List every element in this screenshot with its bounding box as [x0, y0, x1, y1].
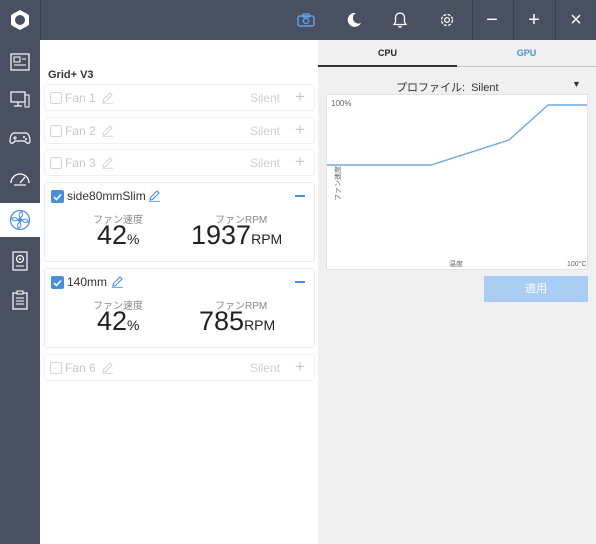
pencil-icon[interactable]: [101, 361, 114, 379]
tab-bar: CPU GPU: [318, 40, 596, 67]
divider: [40, 0, 41, 40]
fan-checkbox[interactable]: [50, 125, 62, 137]
profile-select[interactable]: プロファイル: Silent: [396, 79, 499, 95]
title-bar: − + ×: [0, 0, 596, 40]
speaker-icon[interactable]: [0, 244, 40, 278]
close-button[interactable]: ×: [556, 0, 596, 40]
pencil-icon[interactable]: [148, 189, 161, 207]
fan-card: side80mmSlim ファン速度 42% ファンRPM 1937RPM: [44, 182, 315, 262]
pencil-icon[interactable]: [101, 91, 114, 109]
fan-name: side80mmSlim: [67, 189, 146, 203]
camera-icon[interactable]: [286, 0, 326, 40]
profile-label: プロファイル:: [396, 82, 466, 94]
fan-curve-chart[interactable]: 100% 100°C 温度 ファン速度: [326, 94, 588, 270]
fan-profile: Silent: [249, 124, 280, 138]
minimize-button[interactable]: −: [472, 0, 512, 40]
fan-rpm-value: 785RPM: [199, 306, 276, 336]
add-fan-button[interactable]: +: [295, 120, 305, 140]
fan-checkbox[interactable]: [50, 362, 62, 374]
x-axis-label: 温度: [449, 259, 463, 268]
fan-name: Fan 6: [65, 361, 96, 375]
fan-profile: Silent: [249, 91, 280, 105]
y-axis-label: ファン速度: [333, 166, 342, 201]
pencil-icon[interactable]: [101, 156, 114, 174]
fan-checkbox[interactable]: [50, 157, 62, 169]
moon-icon[interactable]: [334, 0, 374, 40]
fan-checkbox-checked[interactable]: [51, 190, 64, 203]
speedometer-icon[interactable]: [0, 161, 40, 195]
add-fan-button[interactable]: +: [295, 152, 305, 172]
profile-value: Silent: [471, 82, 499, 94]
fan-speed-value: 42%: [97, 220, 140, 250]
bell-icon[interactable]: [380, 0, 420, 40]
fan-checkbox-checked[interactable]: [51, 276, 64, 289]
fan-row: Fan 6 Silent +: [44, 354, 315, 381]
fan-curve-svg: 100% 100°C 温度 ファン速度: [327, 99, 587, 268]
dropdown-arrow-icon[interactable]: ▼: [572, 79, 581, 89]
pencil-icon[interactable]: [111, 275, 124, 293]
fan-name: 140mm: [67, 275, 108, 289]
monitor-icon[interactable]: [0, 83, 40, 117]
fan-name: Fan 1: [65, 91, 96, 105]
collapse-fan-button[interactable]: [295, 195, 305, 197]
add-fan-button[interactable]: +: [295, 87, 305, 107]
add-fan-button[interactable]: +: [295, 357, 305, 377]
apply-button[interactable]: 適用: [484, 276, 588, 302]
fan-list-panel: Grid+ V3 Fan 1 Silent + Fan 2 Silent + F…: [40, 40, 318, 544]
fan-profile: Silent: [249, 361, 280, 375]
nav-rail: [0, 40, 40, 544]
fan-curve-panel: CPU GPU プロファイル: Silent ▼ 100% 100°C 温度 ファン速度…: [318, 40, 596, 544]
fan-row: Fan 2 Silent +: [44, 117, 315, 144]
fan-row: Fan 3 Silent +: [44, 149, 315, 176]
fan-row: Fan 1 Silent +: [44, 84, 315, 111]
fan-name: Fan 2: [65, 124, 96, 138]
pencil-icon[interactable]: [101, 124, 114, 142]
dashboard-icon[interactable]: [0, 45, 40, 79]
tab-gpu[interactable]: GPU: [457, 40, 596, 67]
fan-speed-value: 42%: [97, 306, 140, 336]
fan-profile: Silent: [249, 156, 280, 170]
collapse-fan-button[interactable]: [295, 281, 305, 283]
app-logo-icon: [0, 0, 40, 40]
fan-curve-line[interactable]: [327, 104, 587, 166]
maximize-button[interactable]: +: [514, 0, 554, 40]
gamepad-icon[interactable]: [0, 121, 40, 155]
y-tick-label: 100%: [331, 99, 351, 108]
gear-icon[interactable]: [427, 0, 467, 40]
fan-checkbox[interactable]: [50, 92, 62, 104]
x-tick-label: 100°C: [567, 260, 587, 268]
fan-card: 140mm ファン速度 42% ファンRPM 785RPM: [44, 268, 315, 348]
clipboard-icon[interactable]: [0, 283, 40, 317]
fan-name: Fan 3: [65, 156, 96, 170]
tab-cpu[interactable]: CPU: [318, 40, 457, 67]
fan-rpm-value: 1937RPM: [191, 220, 283, 250]
fan-icon[interactable]: [0, 203, 40, 237]
device-title: Grid+ V3: [48, 69, 94, 81]
